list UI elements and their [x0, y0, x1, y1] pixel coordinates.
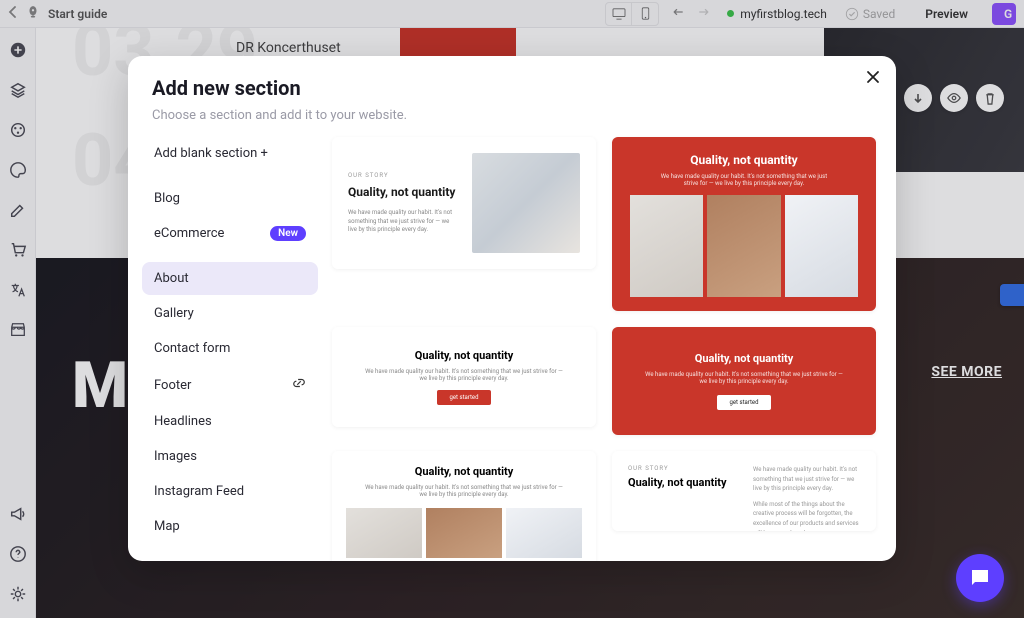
template-body: We have made quality our habit. It's not… — [364, 368, 564, 382]
template-image-placeholder — [506, 508, 582, 558]
template-title: Quality, not quantity — [695, 352, 794, 365]
category-headlines[interactable]: Headlines — [142, 405, 318, 438]
template-body: We have made quality our habit. It's not… — [364, 484, 564, 498]
template-title: Quality, not quantity — [690, 153, 797, 167]
template-card-3[interactable]: Quality, not quantity We have made quali… — [332, 327, 596, 427]
link-icon — [292, 376, 306, 394]
template-image-placeholder — [426, 508, 502, 558]
add-blank-section-button[interactable]: Add blank section + — [142, 137, 318, 170]
template-card-4[interactable]: Quality, not quantity We have made quali… — [612, 327, 876, 435]
modal-title: Add new section — [152, 76, 872, 100]
close-button[interactable] — [866, 70, 880, 89]
template-title: Quality, not quantity — [415, 465, 514, 478]
template-card-5[interactable]: Quality, not quantity We have made quali… — [332, 451, 596, 561]
category-ecommerce[interactable]: eCommerce New — [142, 217, 318, 250]
template-body: We have made quality our habit. It's not… — [753, 465, 860, 494]
template-body-2: While most of the things about the creat… — [753, 500, 860, 531]
template-eyebrow: OUR STORY — [628, 465, 735, 472]
template-body: We have made quality our habit. It's not… — [644, 371, 844, 385]
template-button: get started — [717, 395, 770, 410]
template-title: Quality, not quantity — [628, 476, 735, 489]
category-about[interactable]: About — [142, 262, 318, 295]
template-image-placeholder — [346, 508, 422, 558]
template-body: We have made quality our habit. It's not… — [348, 209, 456, 234]
chat-icon — [968, 566, 992, 590]
template-image-placeholder — [707, 195, 780, 297]
template-eyebrow: OUR STORY — [348, 172, 456, 179]
modal-subtitle: Choose a section and add it to your webs… — [152, 108, 872, 123]
category-instagram-feed[interactable]: Instagram Feed — [142, 475, 318, 508]
new-badge: New — [270, 226, 306, 241]
template-grid: OUR STORY Quality, not quantity We have … — [328, 133, 896, 561]
category-list: Add blank section + Blog eCommerce New A… — [128, 133, 328, 561]
chat-support-button[interactable] — [956, 554, 1004, 602]
template-image-placeholder — [785, 195, 858, 297]
template-body: We have made quality our habit. It's not… — [654, 173, 834, 187]
template-title: Quality, not quantity — [415, 349, 514, 362]
category-gallery[interactable]: Gallery — [142, 297, 318, 330]
template-title: Quality, not quantity — [348, 185, 456, 199]
template-image-placeholder — [630, 195, 703, 297]
category-footer[interactable]: Footer — [142, 367, 318, 403]
template-card-1[interactable]: OUR STORY Quality, not quantity We have … — [332, 137, 596, 269]
category-images[interactable]: Images — [142, 440, 318, 473]
add-section-modal: Add new section Choose a section and add… — [128, 56, 896, 561]
template-card-2[interactable]: Quality, not quantity We have made quali… — [612, 137, 876, 311]
category-blog[interactable]: Blog — [142, 182, 318, 215]
category-map[interactable]: Map — [142, 510, 318, 543]
category-contact-form[interactable]: Contact form — [142, 332, 318, 365]
modal-overlay[interactable]: Add new section Choose a section and add… — [0, 0, 1024, 618]
template-button: get started — [437, 390, 490, 405]
template-card-6[interactable]: OUR STORY Quality, not quantity We have … — [612, 451, 876, 531]
template-image-placeholder — [472, 153, 580, 253]
